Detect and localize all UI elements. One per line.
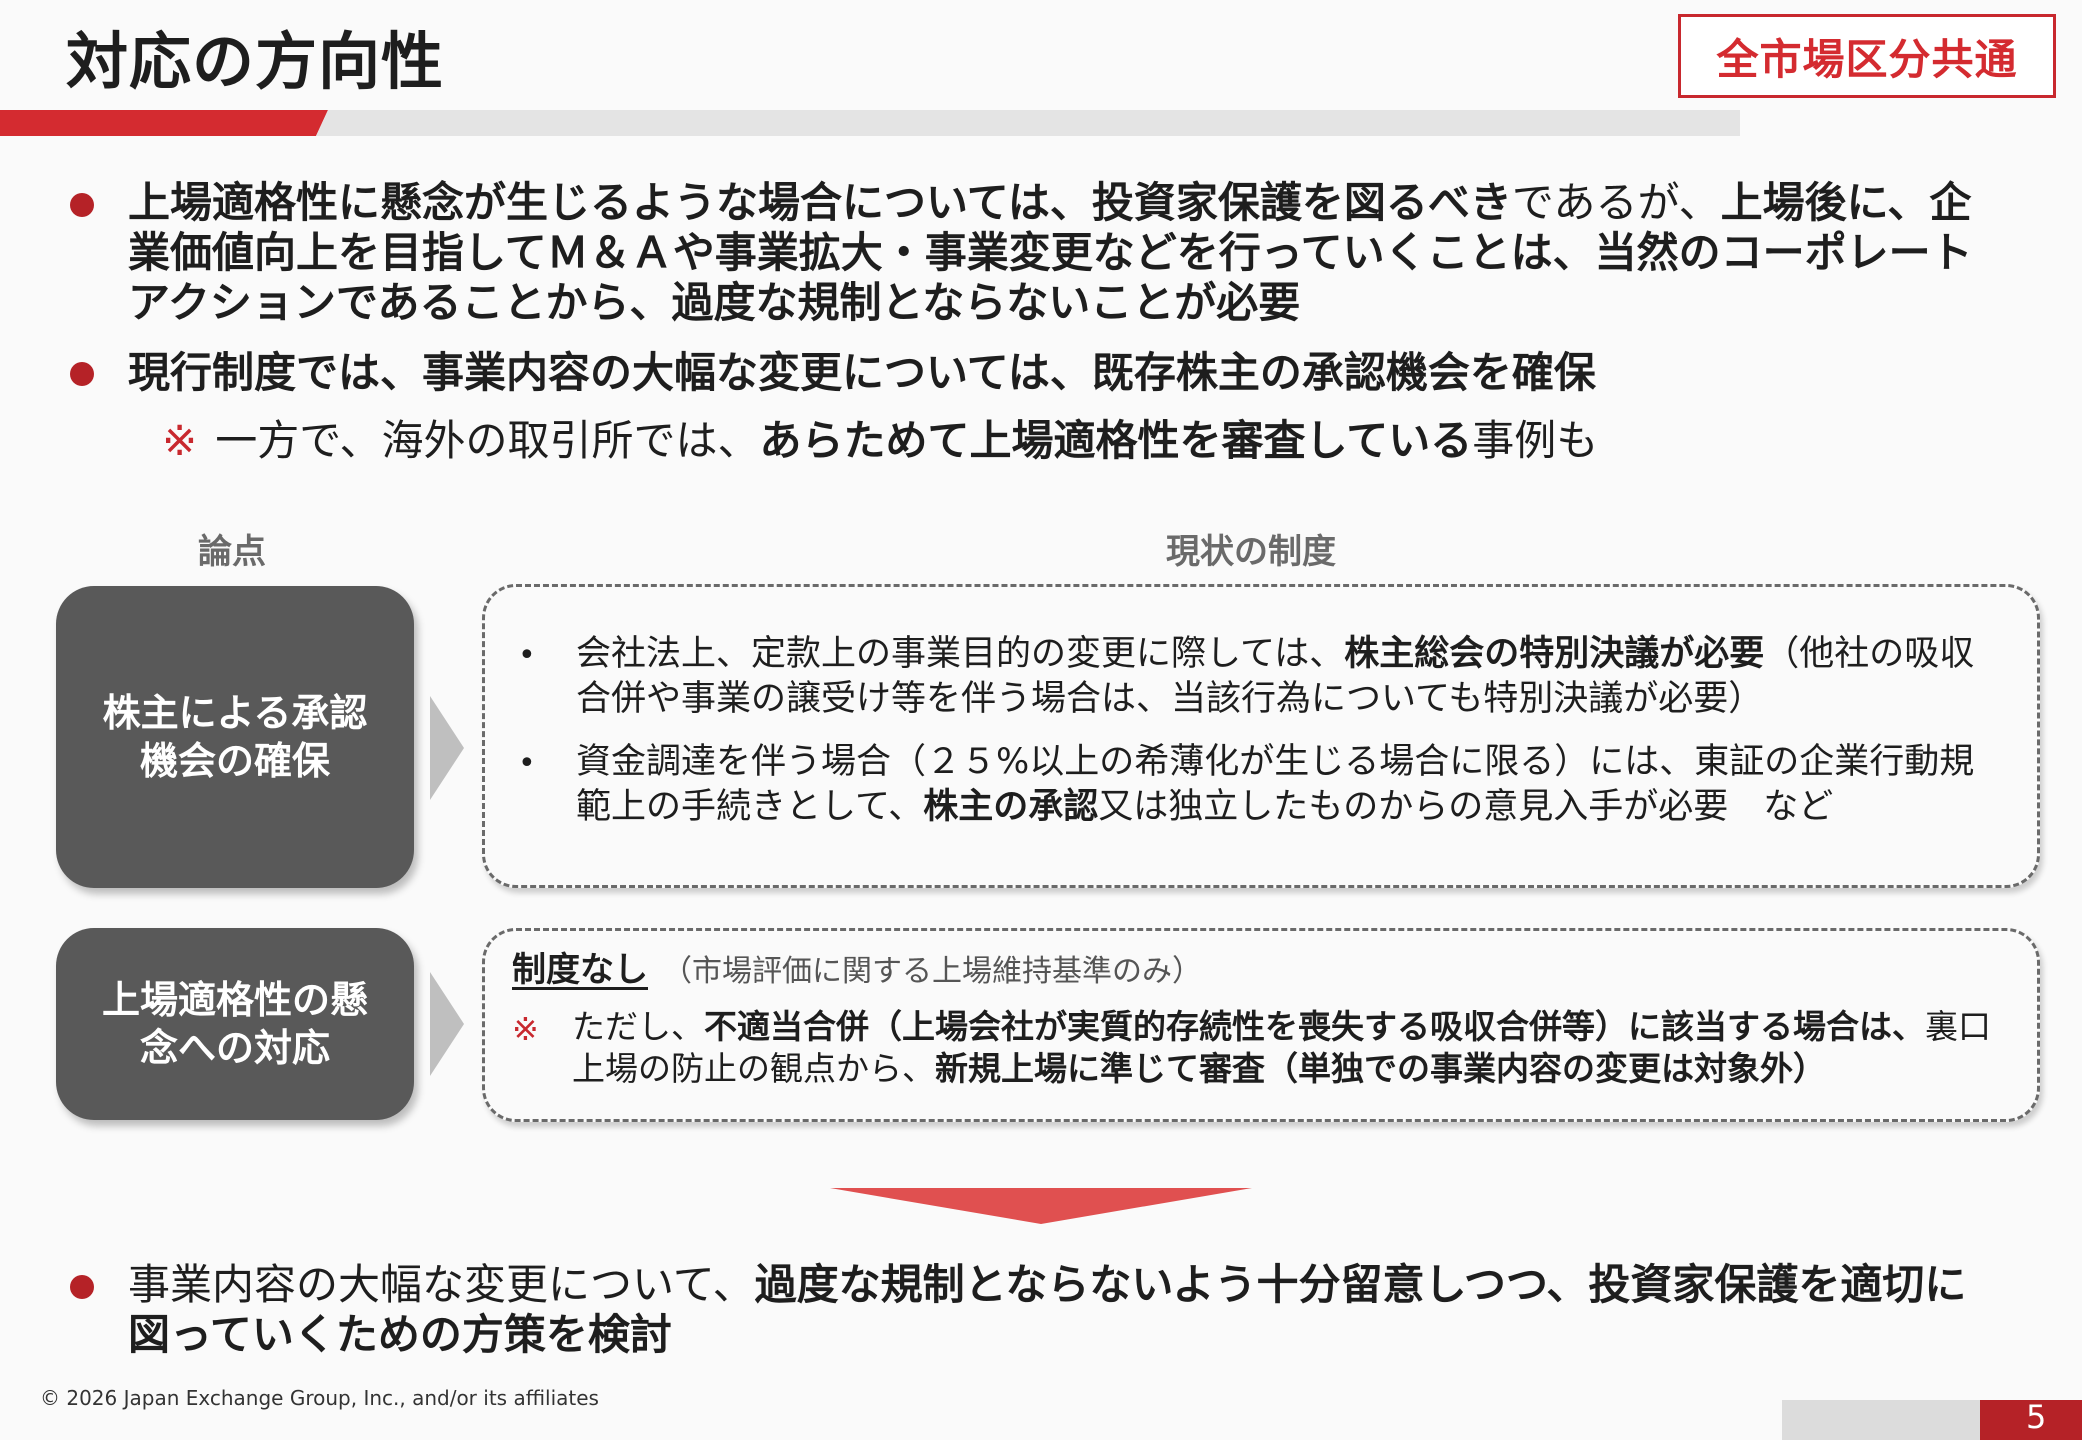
issue-listing-eligibility: 上場適格性の懸 念への対応 [56, 928, 414, 1120]
item-2-text-b: 又は独立したものからの意見入手が必要 など [1098, 787, 1834, 827]
note-overseas: ※ 一方で、海外の取引所では、あらためて上場適格性を審査している事例も [162, 414, 2012, 468]
note-mark: ※ [162, 416, 198, 465]
bullet-dot [70, 193, 94, 217]
conclusion-text-a: 事業内容の大幅な変更について、 [128, 1260, 755, 1309]
chevron-right-icon [430, 972, 464, 1076]
bullet-paragraph-1: 上場適格性に懸念が生じるような場合については、投資家保護を図るべきであるが、上場… [128, 178, 2008, 328]
title-rule [0, 110, 1740, 136]
note-2-text-bold-b: 新規上場に準じて審査（単独での事業内容の変更は対象外） [935, 1049, 1826, 1088]
bullet-1-bold-a: 上場適格性に懸念が生じるような場合については、投資家保護を図るべき [128, 178, 1512, 227]
column-header-issue: 論点 [198, 532, 266, 572]
column-header-current: 現状の制度 [1166, 532, 1336, 572]
page-number: 5 [2026, 1398, 2047, 1436]
page-title: 対応の方向性 [66, 25, 445, 98]
note-2-text-bold-a: 不適当合併（上場会社が実質的存続性を喪失する吸収合併等）に該当する場合は、 [704, 1007, 1925, 1046]
no-system-title: 制度なし [512, 950, 648, 990]
bullet-1-normal: であるが、 [1511, 178, 1721, 227]
issue-shareholder-approval: 株主による承認 機会の確保 [56, 586, 414, 888]
market-badge: 全市場区分共通 [1678, 14, 2056, 98]
note-text-bold: あらためて上場適格性を審査している [759, 416, 1473, 465]
page-bar [1782, 1400, 1982, 1440]
item-2-text-bold: 株主の承認 [923, 787, 1099, 827]
list-bullet: • [518, 638, 536, 673]
issue-2-label: 上場適格性の懸 念への対応 [101, 978, 368, 1070]
list-item: 会社法上、定款上の事業目的の変更に際しては、株主総会の特別決議が必要（他社の吸収… [576, 632, 2006, 722]
chevron-right-icon [430, 696, 464, 800]
no-system-paren: （市場評価に関する上場維持基準のみ） [662, 954, 1202, 989]
issue-1-label: 株主による承認 機会の確保 [102, 691, 368, 783]
bullet-dot [70, 362, 94, 386]
copyright: © 2026 Japan Exchange Group, Inc., and/o… [40, 1386, 599, 1410]
current-system-box-1 [482, 584, 2040, 888]
list-bullet: • [518, 746, 536, 781]
bullet-paragraph-2: 現行制度では、事業内容の大幅な変更については、既存株主の承認機会を確保 [128, 348, 1596, 397]
no-system-heading: 制度なし （市場評価に関する上場維持基準のみ） [512, 948, 1202, 994]
bullet-dot [70, 1275, 94, 1299]
conclusion-paragraph: 事業内容の大幅な変更について、過度な規制とならないよう十分留意しつつ、投資家保護… [128, 1260, 2008, 1360]
note-backdoor-listing: ただし、不適当合併（上場会社が実質的存続性を喪失する吸収合併等）に該当する場合は… [572, 1006, 2012, 1090]
item-1-text-bold: 株主総会の特別決議が必要 [1344, 634, 1765, 674]
item-1-text-a: 会社法上、定款上の事業目的の変更に際しては、 [576, 634, 1345, 674]
note-mark: ※ [512, 1010, 539, 1048]
list-item: 資金調達を伴う場合（２５%以上の希薄化が生じる場合に限る）には、東証の企業行動規… [576, 740, 2006, 830]
note-2-text-a: ただし、 [572, 1007, 704, 1046]
note-text-a: 一方で、海外の取引所では、 [215, 416, 760, 465]
arrow-down-icon [830, 1188, 1252, 1224]
note-text-b: 事例も [1472, 416, 1599, 465]
